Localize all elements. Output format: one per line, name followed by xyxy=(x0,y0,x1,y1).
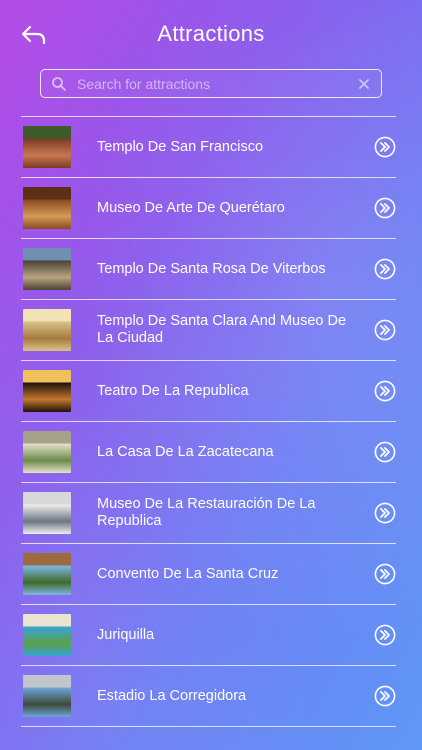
attraction-thumbnail xyxy=(23,126,71,168)
attraction-thumbnail xyxy=(23,187,71,229)
double-chevron-right-circle-icon[interactable] xyxy=(374,319,396,341)
list-item[interactable]: Convento De La Santa Cruz xyxy=(21,544,396,605)
attraction-thumbnail xyxy=(23,309,71,351)
attraction-name: Museo De Arte De Querétaro xyxy=(97,199,285,216)
attraction-name: La Casa De La Zacatecana xyxy=(97,443,274,460)
attraction-name: Teatro De La Republica xyxy=(97,382,249,399)
attraction-name: Templo De San Francisco xyxy=(97,138,264,155)
attraction-name: Museo De La Restauración De La Republica xyxy=(97,496,316,529)
double-chevron-right-circle-icon[interactable] xyxy=(374,685,396,707)
attraction-thumbnail xyxy=(23,248,71,290)
back-button[interactable] xyxy=(18,22,50,48)
list-item[interactable]: La Casa De La Zacatecana xyxy=(21,422,396,483)
list-item[interactable]: Museo De La Restauración De La Republica xyxy=(21,483,396,544)
attraction-thumbnail xyxy=(23,553,71,595)
attraction-name: Convento De La Santa Cruz xyxy=(97,565,279,582)
close-icon[interactable] xyxy=(357,77,371,91)
attraction-name: Templo De Santa Clara And Museo De La Ci… xyxy=(97,313,347,346)
list-item[interactable]: Estadio La Corregidora xyxy=(21,666,396,727)
search-bar[interactable] xyxy=(40,69,382,98)
back-arrow-icon xyxy=(21,25,46,45)
attraction-name: Estadio La Corregidora xyxy=(97,687,247,704)
double-chevron-right-circle-icon[interactable] xyxy=(374,380,396,402)
attraction-name: Juriquilla xyxy=(97,626,155,643)
search-icon xyxy=(52,76,66,91)
double-chevron-right-circle-icon[interactable] xyxy=(374,441,396,463)
page-title: Attractions xyxy=(157,21,265,46)
attraction-list: Templo De San Francisco Museo De Arte De … xyxy=(21,116,396,727)
search-input[interactable] xyxy=(77,75,357,92)
double-chevron-right-circle-icon[interactable] xyxy=(374,502,396,524)
attraction-thumbnail xyxy=(23,675,71,717)
list-item[interactable]: Templo De Santa Clara And Museo De La Ci… xyxy=(21,300,396,361)
attraction-thumbnail xyxy=(23,614,71,656)
double-chevron-right-circle-icon[interactable] xyxy=(374,563,396,585)
double-chevron-right-circle-icon[interactable] xyxy=(374,136,396,158)
attraction-thumbnail xyxy=(23,492,71,534)
header: Attractions xyxy=(0,0,422,66)
double-chevron-right-circle-icon[interactable] xyxy=(374,258,396,280)
list-item[interactable]: Juriquilla xyxy=(21,605,396,666)
double-chevron-right-circle-icon[interactable] xyxy=(374,197,396,219)
attraction-thumbnail xyxy=(23,370,71,412)
attraction-thumbnail xyxy=(23,431,71,473)
list-item[interactable]: Templo De San Francisco xyxy=(21,117,396,178)
list-item[interactable]: Teatro De La Republica xyxy=(21,361,396,422)
double-chevron-right-circle-icon[interactable] xyxy=(374,624,396,646)
list-item[interactable]: Templo De Santa Rosa De Viterbos xyxy=(21,239,396,300)
list-item[interactable]: Museo De Arte De Querétaro xyxy=(21,178,396,239)
attraction-name: Templo De Santa Rosa De Viterbos xyxy=(97,260,326,277)
